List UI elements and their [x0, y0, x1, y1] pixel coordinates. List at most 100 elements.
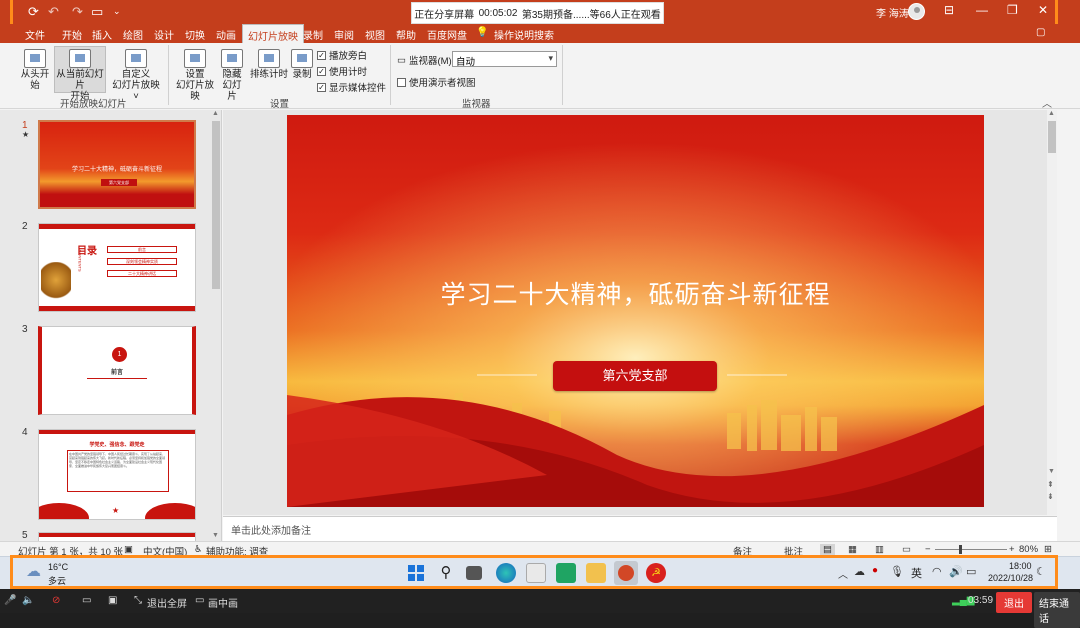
- reading-view-icon[interactable]: ▥: [875, 544, 884, 555]
- exit-fullscreen-button[interactable]: 退出全屏: [147, 595, 187, 610]
- from-current-button[interactable]: 从当前幻灯片 开始: [54, 46, 106, 102]
- tab-view[interactable]: 视图: [365, 27, 385, 42]
- custom-show-button[interactable]: 自定义 幻灯片放映 ˅: [110, 49, 162, 102]
- zoom-slider[interactable]: [935, 549, 1007, 550]
- powerpoint-taskbar-icon[interactable]: [614, 561, 638, 585]
- edge-icon[interactable]: [496, 563, 516, 583]
- zoom-level[interactable]: 80%: [1019, 544, 1038, 555]
- slide-title[interactable]: 学习二十大精神，砥砺奋斗新征程: [287, 275, 984, 311]
- tab-home[interactable]: 开始: [62, 27, 82, 42]
- scroll-up-icon[interactable]: ▲: [212, 110, 219, 117]
- play-narration-checkbox[interactable]: ✓ 播放旁白: [317, 48, 367, 62]
- tab-insert[interactable]: 插入: [92, 27, 112, 42]
- pip-icon[interactable]: ▭: [195, 595, 204, 606]
- tab-review[interactable]: 审阅: [334, 27, 354, 42]
- comments-icon[interactable]: ▢: [1036, 27, 1045, 38]
- tab-baidu-netdisk[interactable]: 百度网盘: [427, 27, 467, 42]
- volume-icon[interactable]: 🔊: [949, 565, 963, 578]
- collapse-ribbon-icon[interactable]: ︿: [1042, 95, 1052, 110]
- speaker-icon[interactable]: 🔈: [22, 595, 34, 606]
- ime-indicator[interactable]: 英: [911, 565, 922, 581]
- tray-expand-icon[interactable]: ︿: [838, 566, 848, 581]
- camera-off-icon[interactable]: ⊘: [52, 595, 60, 606]
- redo-icon[interactable]: ↷: [72, 4, 83, 20]
- scroll-up-icon[interactable]: ▲: [1048, 110, 1055, 117]
- search-icon[interactable]: ⚲: [436, 563, 456, 583]
- exit-meeting-button[interactable]: 退出: [996, 592, 1032, 613]
- weather-condition[interactable]: 多云: [48, 574, 66, 587]
- weather-temp[interactable]: 16°C: [48, 562, 68, 572]
- file-explorer-icon[interactable]: [586, 563, 606, 583]
- minimize-icon[interactable]: —: [976, 3, 988, 17]
- zoom-out-icon[interactable]: −: [925, 544, 931, 555]
- tell-me-search[interactable]: 操作说明搜索: [494, 27, 554, 42]
- fit-to-window-icon[interactable]: ⊞: [1044, 544, 1052, 555]
- autosave-icon[interactable]: ⟳: [28, 4, 39, 20]
- main-slide[interactable]: 学习二十大精神，砥砺奋斗新征程 第六党支部: [287, 115, 984, 507]
- normal-view-icon[interactable]: ▤: [820, 544, 835, 555]
- tab-animations[interactable]: 动画: [216, 27, 236, 42]
- zoom-in-icon[interactable]: +: [1009, 544, 1015, 555]
- tray-app-icon[interactable]: ●: [872, 565, 878, 576]
- scroll-down-icon[interactable]: ▼: [1048, 468, 1055, 475]
- customize-icon[interactable]: ⌄: [113, 6, 121, 17]
- share-screen-icon[interactable]: ▭: [82, 595, 91, 606]
- next-slide-icon[interactable]: ⇟: [1047, 492, 1054, 501]
- participants-icon[interactable]: ▣: [108, 595, 117, 606]
- setup-show-button[interactable]: 设置 幻灯片放映: [174, 49, 216, 102]
- zoom-slider-thumb[interactable]: [959, 545, 962, 554]
- slide-thumbnail-4[interactable]: 学党史、强信念、跟党走 在中国共产党的坚强领导下，中国人民经过长期奋斗，实现了从…: [38, 429, 196, 520]
- notes-area[interactable]: 单击此处添加备注: [223, 516, 1057, 541]
- store-icon[interactable]: [526, 563, 546, 583]
- tab-transitions[interactable]: 切换: [185, 27, 205, 42]
- wifi-icon[interactable]: ◠: [932, 565, 942, 578]
- tab-draw[interactable]: 绘图: [123, 27, 143, 42]
- close-icon[interactable]: ✕: [1038, 3, 1048, 17]
- slide-sorter-icon[interactable]: ▦: [848, 544, 857, 555]
- onedrive-icon[interactable]: ☁: [854, 565, 865, 578]
- tab-slideshow[interactable]: 幻灯片放映: [242, 24, 304, 43]
- ribbon-display-icon[interactable]: ⊟: [944, 3, 954, 17]
- slide-thumbnail-3[interactable]: 1 前言: [38, 326, 196, 415]
- thumbnail-scrollbar[interactable]: ▲ ▼: [211, 110, 221, 541]
- record-button[interactable]: 录制: [290, 49, 314, 80]
- undo-icon[interactable]: ↶: [48, 4, 59, 20]
- spellcheck-icon[interactable]: ▣: [124, 544, 133, 555]
- slideshow-view-icon[interactable]: ▭: [902, 544, 911, 555]
- start-button[interactable]: [406, 563, 426, 583]
- slide-thumbnail-1[interactable]: 学习二十大精神，砥砺奋斗新征程 第六党支部: [38, 120, 196, 209]
- clock-time[interactable]: 18:00: [1009, 561, 1032, 571]
- notification-icon[interactable]: ☾: [1036, 565, 1046, 578]
- use-timings-checkbox[interactable]: ✓ 使用计时: [317, 64, 367, 78]
- show-media-controls-checkbox[interactable]: ✓ 显示媒体控件: [317, 80, 386, 94]
- presenter-view-checkbox[interactable]: 使用演示者视图: [397, 75, 476, 89]
- end-call-button[interactable]: 结束通话: [1034, 592, 1080, 628]
- picture-in-picture-button[interactable]: 画中画: [208, 595, 238, 610]
- exit-fullscreen-icon[interactable]: ⤡: [134, 595, 142, 606]
- thumbnail-scroll-thumb[interactable]: [212, 121, 220, 289]
- slide-thumbnail-5[interactable]: [38, 532, 196, 541]
- hide-slide-button[interactable]: 隐藏 幻灯片: [218, 49, 246, 102]
- rehearse-timings-button[interactable]: 排练计时: [250, 49, 288, 80]
- party-emblem-app-icon[interactable]: ☭: [646, 563, 666, 583]
- avatar[interactable]: [908, 3, 925, 20]
- editor-scrollbar[interactable]: ▲ ▼ ⇞ ⇟: [1047, 110, 1057, 515]
- clock-date[interactable]: 2022/10/28: [988, 573, 1033, 583]
- scroll-down-icon[interactable]: ▼: [212, 532, 219, 539]
- task-view-icon[interactable]: [466, 566, 482, 580]
- battery-icon[interactable]: ▭: [966, 565, 976, 578]
- monitor-select[interactable]: 自动: [452, 51, 557, 68]
- previous-slide-icon[interactable]: ⇞: [1047, 480, 1054, 489]
- weather-icon[interactable]: ☁: [26, 562, 41, 580]
- tab-design[interactable]: 设计: [154, 27, 174, 42]
- user-name[interactable]: 李 海涛: [876, 5, 909, 20]
- tab-help[interactable]: 帮助: [396, 27, 416, 42]
- restore-icon[interactable]: ❐: [1007, 3, 1018, 17]
- mic-muted-icon[interactable]: 🎤: [4, 595, 16, 606]
- from-start-button[interactable]: 从头开始: [18, 49, 52, 91]
- slide-thumbnail-2[interactable]: 目录 CONTENTS 前言 深刻领会精神实质 二十大精神讲话: [38, 223, 196, 312]
- tab-record[interactable]: 录制: [303, 27, 323, 42]
- messaging-app-icon[interactable]: [556, 563, 576, 583]
- tab-file[interactable]: 文件: [25, 27, 45, 42]
- editor-scroll-thumb[interactable]: [1048, 121, 1056, 153]
